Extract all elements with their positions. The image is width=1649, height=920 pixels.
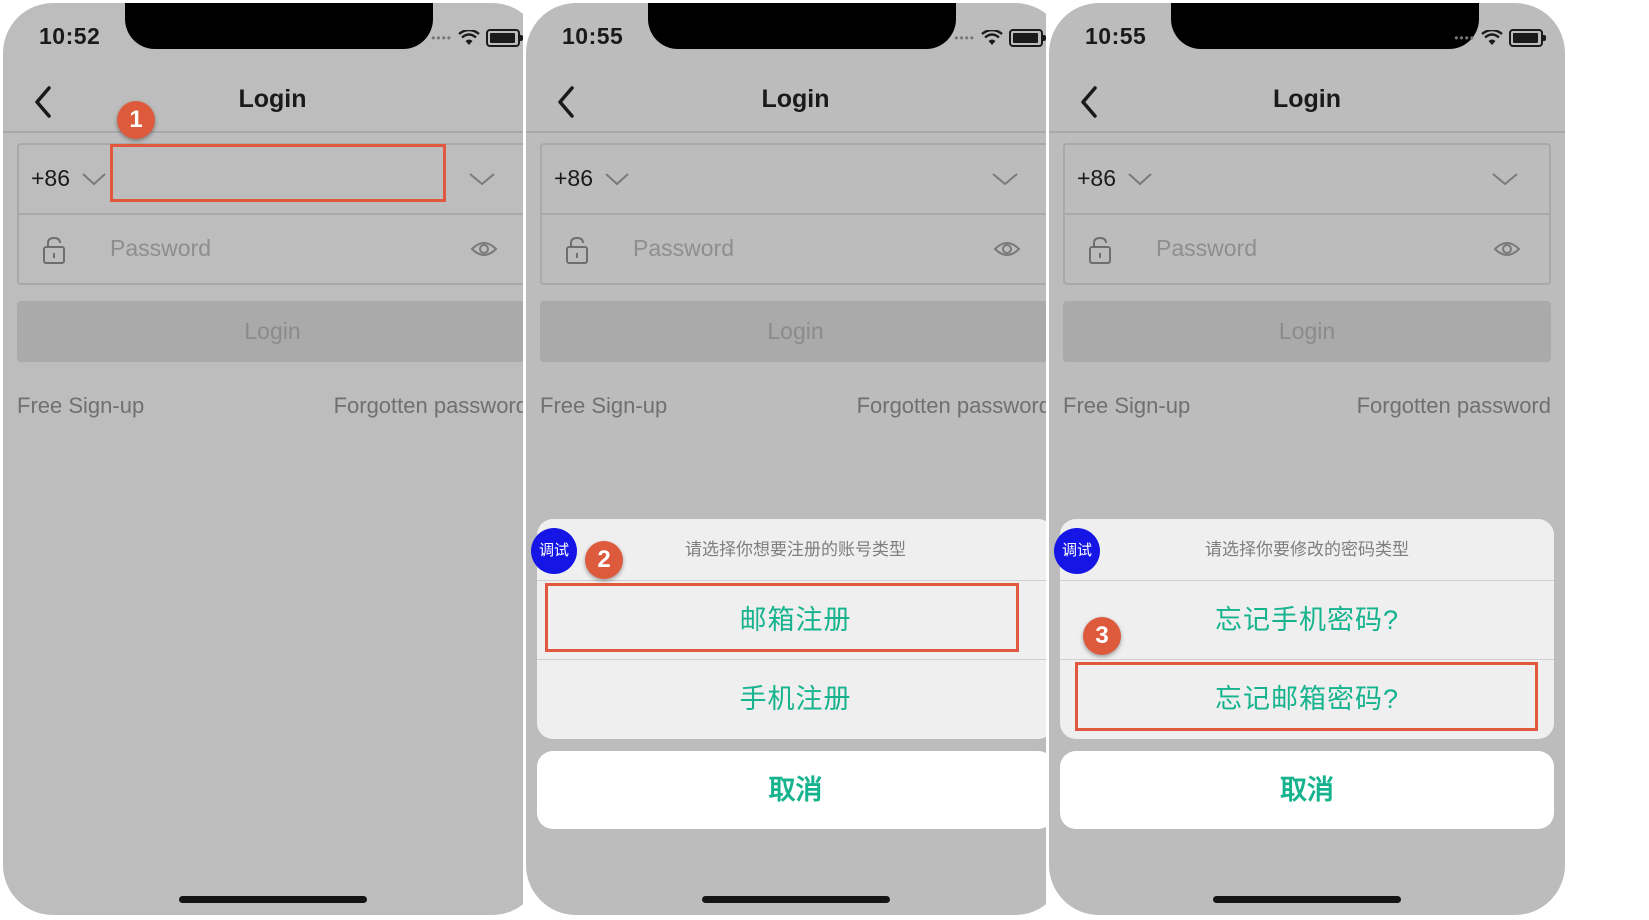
chevron-down-icon[interactable] (991, 171, 1019, 187)
wifi-icon (1481, 30, 1503, 45)
chevron-down-icon[interactable] (1127, 171, 1153, 187)
action-sheet-title: 请选择你要修改的密码类型 (1060, 519, 1554, 581)
screen: 10:55 •••• Login +86 Password Login Free… (1049, 3, 1565, 915)
page-title: Login (238, 85, 307, 113)
chevron-down-icon[interactable] (81, 171, 107, 187)
step-badge: 2 (585, 541, 623, 579)
password-row: Password (19, 215, 526, 283)
forgotten-password-link[interactable]: Forgotten password (857, 393, 1051, 419)
password-input[interactable]: Password (633, 235, 734, 262)
free-signup-link[interactable]: Free Sign-up (17, 393, 144, 419)
cancel-button[interactable]: 取消 (537, 751, 1054, 829)
password-row: Password (542, 215, 1049, 283)
eye-icon[interactable] (1493, 239, 1521, 259)
nav-bar: Login (3, 68, 542, 133)
forgotten-password-link[interactable]: Forgotten password (334, 393, 528, 419)
notch (1171, 3, 1479, 49)
status-icons: •••• (431, 29, 523, 47)
highlight-email-signup (545, 583, 1019, 652)
country-code-select[interactable]: +86 (554, 165, 593, 192)
country-code-select[interactable]: +86 (1077, 165, 1116, 192)
phone-screen-3: 10:55 •••• Login +86 Password Login Free… (1046, 0, 1568, 918)
status-time: 10:55 (1085, 23, 1147, 49)
nav-bar: Login (526, 68, 1065, 133)
cancel-button[interactable]: 取消 (1060, 751, 1554, 829)
screen: 10:52 •••• Login +86 Password Login Free… (3, 3, 542, 915)
status-icons: •••• (954, 29, 1046, 47)
eye-icon[interactable] (470, 239, 498, 259)
free-signup-link[interactable]: Free Sign-up (540, 393, 667, 419)
debug-badge[interactable]: 调试 (1054, 528, 1100, 574)
eye-icon[interactable] (993, 239, 1021, 259)
login-button[interactable]: Login (540, 301, 1051, 362)
page-title: Login (1272, 85, 1342, 113)
password-input[interactable]: Password (110, 235, 211, 262)
debug-badge[interactable]: 调试 (531, 528, 577, 574)
lock-icon (566, 236, 588, 264)
chevron-down-icon[interactable] (468, 171, 496, 187)
nav-bar: Login (1049, 68, 1565, 133)
status-time: 10:52 (39, 23, 101, 49)
phone-screen-2: 10:55 •••• Login +86 Password Login Free… (523, 0, 1068, 918)
battery-icon (486, 29, 523, 47)
lock-icon (43, 236, 65, 264)
signal-icon: •••• (954, 31, 975, 45)
page-title: Login (761, 85, 830, 113)
step-badge: 1 (117, 101, 155, 139)
home-indicator (178, 896, 367, 903)
phone-row: +86 (1065, 145, 1549, 215)
password-input[interactable]: Password (1156, 235, 1257, 262)
wifi-icon (458, 30, 480, 45)
home-indicator (1213, 896, 1401, 903)
screen: 10:55 •••• Login +86 Password Login Free… (526, 3, 1065, 915)
login-button[interactable]: Login (1063, 301, 1551, 362)
battery-icon (1509, 29, 1546, 47)
wifi-icon (981, 30, 1003, 45)
phone-signup-option[interactable]: 手机注册 (537, 660, 1054, 738)
home-indicator (701, 896, 890, 903)
highlight-phone-input (110, 144, 446, 202)
status-time: 10:55 (562, 23, 624, 49)
highlight-forgot-email-password (1075, 662, 1538, 731)
login-form: +86 Password (540, 143, 1051, 285)
lock-icon (1089, 236, 1111, 264)
step-badge: 3 (1083, 617, 1121, 655)
forgot-phone-password-option[interactable]: 忘记手机密码? (1060, 581, 1554, 660)
status-icons: •••• (1454, 29, 1546, 47)
password-row: Password (1065, 215, 1549, 283)
country-code-select[interactable]: +86 (31, 165, 70, 192)
login-button[interactable]: Login (17, 301, 528, 362)
signal-icon: •••• (431, 31, 452, 45)
chevron-down-icon[interactable] (604, 171, 630, 187)
free-signup-link[interactable]: Free Sign-up (1063, 393, 1190, 419)
notch (648, 3, 956, 49)
phone-row: +86 (542, 145, 1049, 215)
phone-screen-1: 10:52 •••• Login +86 Password Login Free… (0, 0, 545, 918)
notch (125, 3, 433, 49)
chevron-down-icon[interactable] (1491, 171, 1519, 187)
signal-icon: •••• (1454, 31, 1475, 45)
forgotten-password-link[interactable]: Forgotten password (1357, 393, 1551, 419)
battery-icon (1009, 29, 1046, 47)
login-form: +86 Password (1063, 143, 1551, 285)
